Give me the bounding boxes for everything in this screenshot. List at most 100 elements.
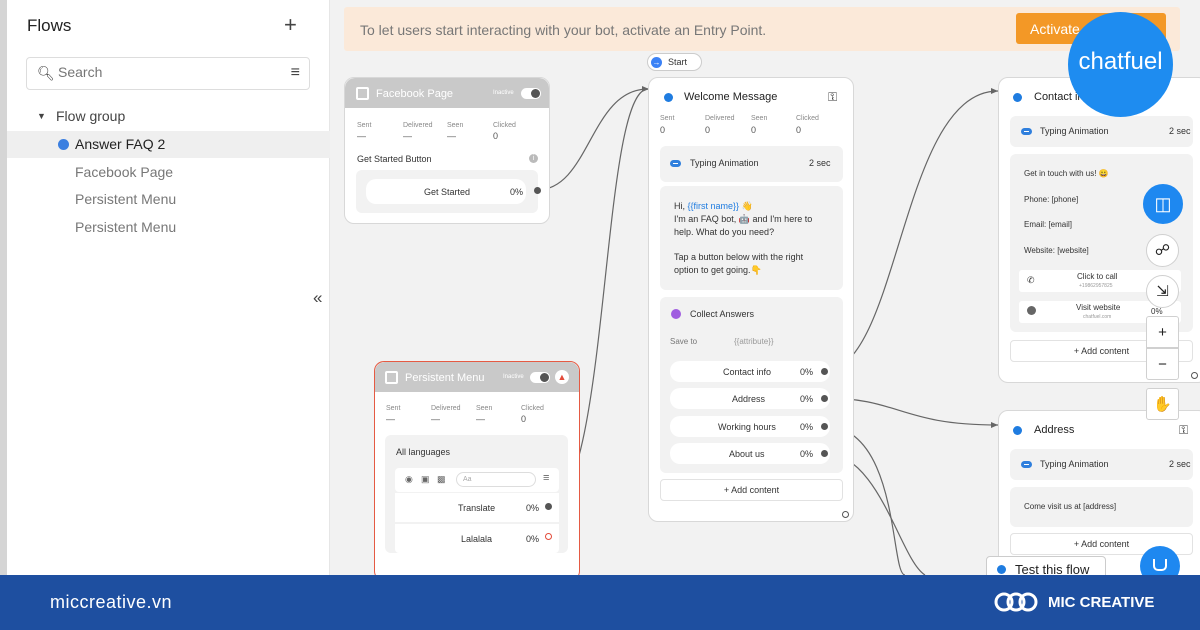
message-type-icon <box>1013 93 1022 102</box>
stat-value: 0 <box>751 125 757 135</box>
card-header: Facebook Page Inactive <box>345 78 549 108</box>
button-pct: 0% <box>526 534 540 544</box>
text-block[interactable]: Come visit us at [address] <box>1010 487 1193 527</box>
card-title: Facebook Page <box>376 88 454 100</box>
warning-icon[interactable]: ▲ <box>555 370 569 384</box>
output-port[interactable] <box>821 395 828 402</box>
menu-button-row[interactable]: Lalalala 0% <box>395 524 559 553</box>
button-label: Visit website <box>1076 303 1121 312</box>
next-step-port[interactable] <box>842 511 849 518</box>
stat-label: Seen <box>447 122 464 129</box>
entry-toggle[interactable] <box>530 372 550 383</box>
output-port-unconnected[interactable] <box>545 533 552 540</box>
button-pct: 0% <box>800 449 814 459</box>
output-port[interactable] <box>821 450 828 457</box>
text-line: Phone: [phone] <box>1024 195 1079 204</box>
start-pill: → Start <box>647 53 702 71</box>
hand-icon: ✋ <box>1153 396 1172 413</box>
facebook-page-icon <box>356 87 369 100</box>
mic-creative-logo-icon <box>994 592 1038 612</box>
button-label: Lalalala <box>461 534 493 544</box>
next-step-port[interactable] <box>1191 372 1198 379</box>
text-line: 👋 <box>739 201 753 211</box>
compass-icon <box>1027 306 1036 315</box>
stat-label: Sent <box>660 115 675 122</box>
typing-animation-block[interactable]: Typing Animation 2 sec <box>1010 449 1193 480</box>
zoom-in-button[interactable]: + <box>1146 316 1179 348</box>
tag-icon[interactable]: ⚿ <box>1179 423 1188 438</box>
button-pct: 0% <box>526 503 540 513</box>
typing-animation-block[interactable]: Typing Animation 2 sec <box>660 146 843 182</box>
block-label: Collect Answers <box>690 309 755 319</box>
text-line: option to get going.👇 <box>674 265 762 275</box>
menu-button-row[interactable]: Translate 0% <box>395 493 559 522</box>
stat-value: 0 <box>521 414 527 424</box>
banner-text: To let users start interacting with your… <box>360 22 767 38</box>
collect-answers-block[interactable]: Collect Answers Save to {{attribute}} Co… <box>660 297 843 473</box>
entry-point-banner: To let users start interacting with your… <box>344 7 1180 51</box>
card-title: Address <box>1034 424 1075 436</box>
quick-reply-about-us[interactable]: About us 0% <box>670 443 830 464</box>
quick-reply-working-hours[interactable]: Working hours 0% <box>670 416 830 437</box>
button-pct: 0% <box>800 394 814 404</box>
stat-value: 0 <box>493 131 499 141</box>
camera-icon[interactable]: ◉ <box>405 474 413 485</box>
entry-toggle[interactable] <box>521 88 541 99</box>
quick-reply-contact-info[interactable]: Contact info 0% <box>670 361 830 382</box>
status-label: Inactive <box>493 90 514 96</box>
footer-website: miccreative.vn <box>50 592 173 612</box>
pan-hand-button[interactable]: ✋ <box>1146 388 1179 420</box>
start-label: Start <box>668 57 688 67</box>
button-label: Click to call <box>1077 272 1118 281</box>
facebook-page-card[interactable]: Facebook Page Inactive Sent Delivered Se… <box>344 77 550 224</box>
text-line: Website: [website] <box>1024 246 1089 255</box>
collapse-arrows-icon: ⇲ <box>1156 283 1169 300</box>
attribute-field[interactable]: {{attribute}} <box>734 337 774 346</box>
attribute-chip: {{first name}} <box>687 201 740 211</box>
card-title: Welcome Message <box>684 91 778 103</box>
message-input[interactable]: Aa <box>456 472 536 487</box>
stat-value: — <box>357 131 366 141</box>
chatfuel-logo: chatfuel <box>1068 12 1173 117</box>
add-block-button[interactable]: ◫ <box>1143 184 1183 224</box>
stat-label: Delivered <box>705 115 735 122</box>
persistent-menu-card[interactable]: Persistent Menu Inactive ▲ Sent Delivere… <box>374 361 580 581</box>
tag-icon[interactable]: ⚿ <box>828 90 837 105</box>
menu-lines-icon[interactable]: ≡ <box>543 472 549 484</box>
output-port[interactable] <box>821 423 828 430</box>
collect-answers-icon <box>671 309 681 319</box>
output-port[interactable] <box>821 368 828 375</box>
stat-value: — <box>431 414 440 424</box>
stat-label: Clicked <box>796 115 819 122</box>
stat-label: Clicked <box>521 405 544 412</box>
output-port[interactable] <box>545 503 552 510</box>
phone-icon: ✆ <box>1027 275 1035 285</box>
block-label: Typing Animation <box>1040 459 1109 469</box>
image-icon[interactable]: ▣ <box>421 474 430 485</box>
typing-animation-block[interactable]: Typing Animation 2 sec <box>1010 116 1193 147</box>
card-header: Persistent Menu Inactive ▲ <box>375 362 579 392</box>
quick-reply-address[interactable]: Address 0% <box>670 388 830 409</box>
add-content-button[interactable]: + Add content <box>660 479 843 501</box>
info-icon[interactable]: i <box>529 154 538 163</box>
welcome-message-card[interactable]: Welcome Message ⚿ Sent Delivered Seen Cl… <box>648 77 854 522</box>
button-label: Get Started <box>424 187 471 197</box>
stat-label: Delivered <box>431 405 461 412</box>
text-line: Come visit us at [address] <box>1024 502 1117 511</box>
share-flow-button[interactable]: ☍ <box>1146 234 1179 267</box>
text-line: Email: [email] <box>1024 220 1073 229</box>
button-block: Get Started 0% <box>356 170 538 213</box>
messenger-icon <box>997 565 1006 574</box>
output-port[interactable] <box>534 187 541 194</box>
typing-icon <box>1021 461 1032 468</box>
zoom-out-button[interactable]: − <box>1146 348 1179 380</box>
text-block[interactable]: Hi, {{first name}} 👋 I'm an FAQ bot, 🤖 a… <box>660 186 843 290</box>
block-label: Typing Animation <box>1040 126 1109 136</box>
arrow-right-icon: → <box>651 57 662 68</box>
gif-icon[interactable]: ▩ <box>437 474 446 485</box>
menu-icon <box>385 371 398 384</box>
collapse-view-button[interactable]: ⇲ <box>1146 275 1179 308</box>
button-label: Working hours <box>718 422 776 432</box>
button-pct: 0% <box>800 367 814 377</box>
get-started-button[interactable]: Get Started 0% <box>366 179 526 204</box>
